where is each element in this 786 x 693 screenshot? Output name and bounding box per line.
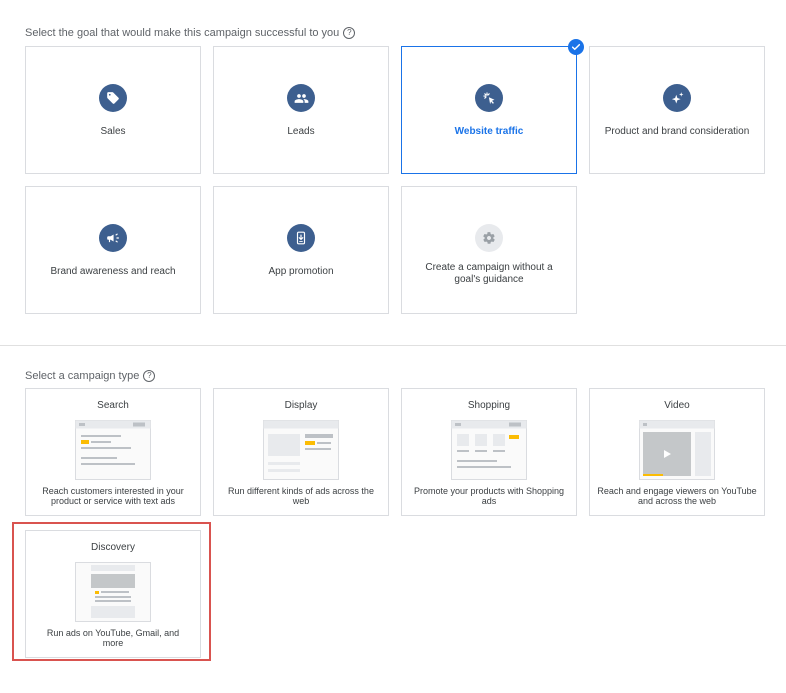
goal-section-label: Select the goal that would make this cam… xyxy=(25,27,356,39)
search-ad-illustration xyxy=(75,420,151,480)
campaign-type-description: Run different kinds of ads across the we… xyxy=(228,486,374,506)
section-divider xyxy=(0,345,786,346)
goal-label-website-traffic: Website traffic xyxy=(454,126,524,137)
goal-card-app-promotion[interactable]: App promotion xyxy=(213,186,389,314)
campaign-type-description: Promote your products with Shopping ads xyxy=(413,486,565,506)
goal-label-leads: Leads xyxy=(287,126,315,137)
campaign-type-display[interactable]: Display Run different kinds of ads acros… xyxy=(213,388,389,516)
campaign-type-shopping[interactable]: Shopping Promote your products with Shop… xyxy=(401,388,577,516)
gear-icon xyxy=(475,224,503,252)
check-icon xyxy=(568,39,584,55)
campaign-type-description: Reach and engage viewers on YouTube and … xyxy=(597,486,757,506)
goal-card-brand-awareness[interactable]: Brand awareness and reach xyxy=(25,186,201,314)
shopping-ad-illustration xyxy=(451,420,527,480)
goal-label-no-guidance: Create a campaign without a goal's guida… xyxy=(425,262,553,285)
campaign-type-title: Search xyxy=(97,400,129,411)
help-circle-icon[interactable]: ? xyxy=(343,27,356,39)
help-circle-icon[interactable]: ? xyxy=(143,370,156,382)
sparkle-icon xyxy=(663,84,691,112)
discovery-highlight-frame xyxy=(12,522,211,661)
campaign-type-title: Display xyxy=(284,400,318,411)
campaign-type-video[interactable]: Video Reach and engage viewers on YouTub… xyxy=(589,388,765,516)
display-ad-illustration xyxy=(263,420,339,480)
goal-card-no-guidance[interactable]: Create a campaign without a goal's guida… xyxy=(401,186,577,314)
goal-prompt-text: Select the goal that would make this cam… xyxy=(25,27,340,39)
people-icon xyxy=(287,84,315,112)
goal-label-sales: Sales xyxy=(100,126,126,137)
campaign-type-title: Shopping xyxy=(467,400,511,411)
goal-card-sales[interactable]: Sales xyxy=(25,46,201,174)
goal-label-app-promotion: App promotion xyxy=(268,266,334,277)
goal-card-product-brand[interactable]: Product and brand consideration xyxy=(589,46,765,174)
megaphone-icon xyxy=(99,224,127,252)
cursor-click-icon xyxy=(475,84,503,112)
goal-card-leads[interactable]: Leads xyxy=(213,46,389,174)
goal-card-website-traffic[interactable]: Website traffic xyxy=(401,39,584,174)
goal-label-product-brand: Product and brand consideration xyxy=(604,126,750,137)
campaign-type-prompt-text: Select a campaign type xyxy=(25,370,140,382)
video-ad-illustration xyxy=(639,420,715,480)
campaign-type-section-label: Select a campaign type ? xyxy=(25,370,156,382)
tag-icon xyxy=(99,84,127,112)
campaign-type-description: Reach customers interested in your produ… xyxy=(42,486,184,506)
phone-download-icon xyxy=(287,224,315,252)
campaign-type-title: Video xyxy=(664,400,690,411)
campaign-type-search[interactable]: Search Reach customers interested in you… xyxy=(25,388,201,516)
goal-label-brand-awareness: Brand awareness and reach xyxy=(50,266,176,277)
